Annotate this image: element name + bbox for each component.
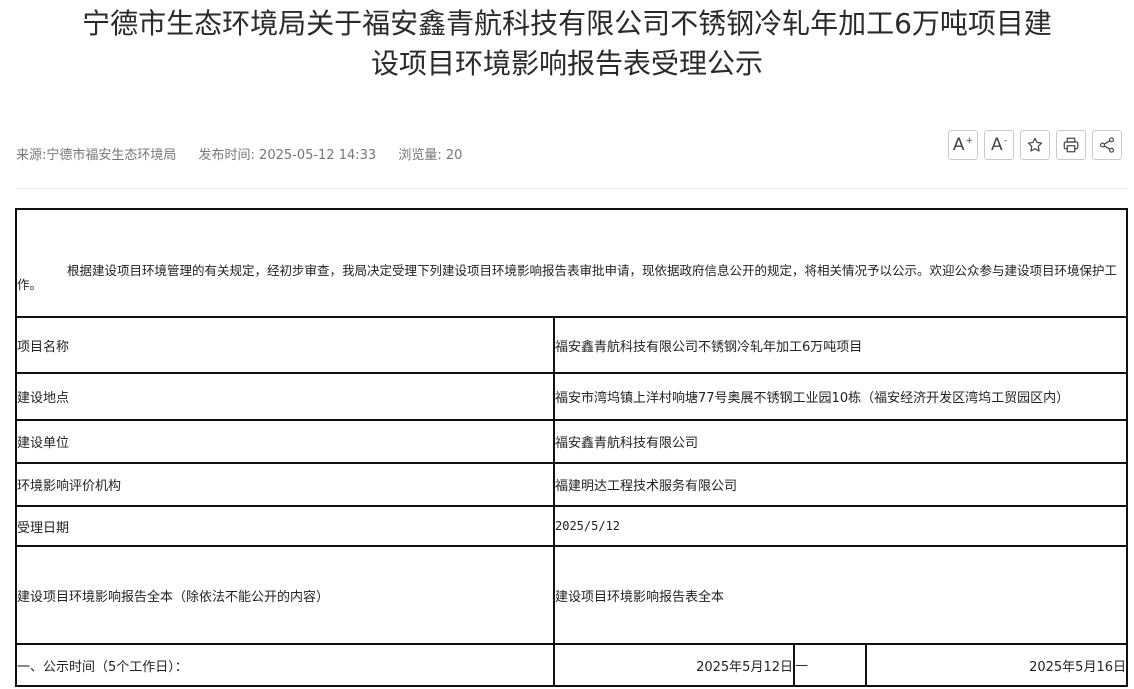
row-label: 建设地点	[15, 372, 555, 421]
publicity-period-row: 一、公示时间（5个工作日）： 2025年5月12日 — 2025年5月16日	[15, 643, 1128, 687]
font-smaller-button[interactable]: A-	[984, 130, 1014, 160]
row-label: 环境影响评价机构	[15, 462, 555, 507]
views-text: 浏览量: 20	[398, 148, 463, 163]
publicity-start: 2025年5月12日	[553, 643, 795, 687]
row-label: 项目名称	[15, 316, 555, 374]
article-toolbar: A+ A-	[948, 130, 1122, 160]
table-row: 建设地点 福安市湾坞镇上洋村响塘77号奥展不锈钢工业园10栋（福安经济开发区湾坞…	[15, 372, 1128, 421]
publicity-separator: —	[793, 643, 867, 687]
table-row: 受理日期 2025/5/12	[15, 505, 1128, 547]
share-button[interactable]	[1092, 130, 1122, 160]
publicity-label: 一、公示时间（5个工作日）：	[15, 643, 555, 687]
font-larger-button[interactable]: A+	[948, 130, 978, 160]
table-row: 建设项目环境影响报告全本（除依法不能公开的内容） 建设项目环境影响报告表全本	[15, 545, 1128, 645]
row-value: 福建明达工程技术服务有限公司	[553, 462, 1128, 507]
favorite-button[interactable]	[1020, 130, 1050, 160]
source-text: 来源:宁德市福安生态环境局	[16, 148, 177, 163]
row-value: 2025/5/12	[553, 505, 1128, 547]
row-value: 福安鑫青航科技有限公司	[553, 419, 1128, 464]
printer-icon	[1063, 137, 1079, 153]
header-divider	[16, 188, 1128, 189]
intro-row: 根据建设项目环境管理的有关规定，经初步审查，我局决定受理下列建设项目环境影响报告…	[15, 208, 1128, 318]
table-row: 建设单位 福安鑫青航科技有限公司	[15, 419, 1128, 464]
font-smaller-icon: A-	[991, 135, 1007, 155]
row-value: 福安鑫青航科技有限公司不锈钢冷轧年加工6万吨项目	[553, 316, 1128, 374]
page-title-line-1: 宁德市生态环境局关于福安鑫青航科技有限公司不锈钢冷轧年加工6万吨项目建	[82, 7, 1052, 40]
intro-text: 根据建设项目环境管理的有关规定，经初步审查，我局决定受理下列建设项目环境影响报告…	[17, 263, 1118, 292]
font-larger-icon: A+	[952, 135, 974, 155]
intro-cell: 根据建设项目环境管理的有关规定，经初步审查，我局决定受理下列建设项目环境影响报告…	[15, 208, 1128, 318]
article-meta: 来源:宁德市福安生态环境局 发布时间: 2025-05-12 14:33 浏览量…	[16, 144, 480, 163]
table-row: 环境影响评价机构 福建明达工程技术服务有限公司	[15, 462, 1128, 507]
page-title: 宁德市生态环境局关于福安鑫青航科技有限公司不锈钢冷轧年加工6万吨项目建 设项目环…	[0, 4, 1134, 84]
table-row: 项目名称 福安鑫青航科技有限公司不锈钢冷轧年加工6万吨项目	[15, 316, 1128, 374]
share-icon	[1099, 137, 1115, 153]
page-title-line-2: 设项目环境影响报告表受理公示	[370, 47, 763, 80]
row-label: 受理日期	[15, 505, 555, 547]
row-value: 福安市湾坞镇上洋村响塘77号奥展不锈钢工业园10栋（福安经济开发区湾坞工贸园区内…	[553, 372, 1128, 421]
report-link[interactable]: 建设项目环境影响报告表全本	[553, 545, 1128, 645]
row-label: 建设单位	[15, 419, 555, 464]
publish-time-text: 发布时间: 2025-05-12 14:33	[198, 148, 377, 163]
publicity-end: 2025年5月16日	[865, 643, 1128, 687]
star-icon	[1027, 137, 1043, 152]
print-button[interactable]	[1056, 130, 1086, 160]
publicity-table: 根据建设项目环境管理的有关规定，经初步审查，我局决定受理下列建设项目环境影响报告…	[15, 208, 1128, 687]
row-label: 建设项目环境影响报告全本（除依法不能公开的内容）	[15, 545, 555, 645]
